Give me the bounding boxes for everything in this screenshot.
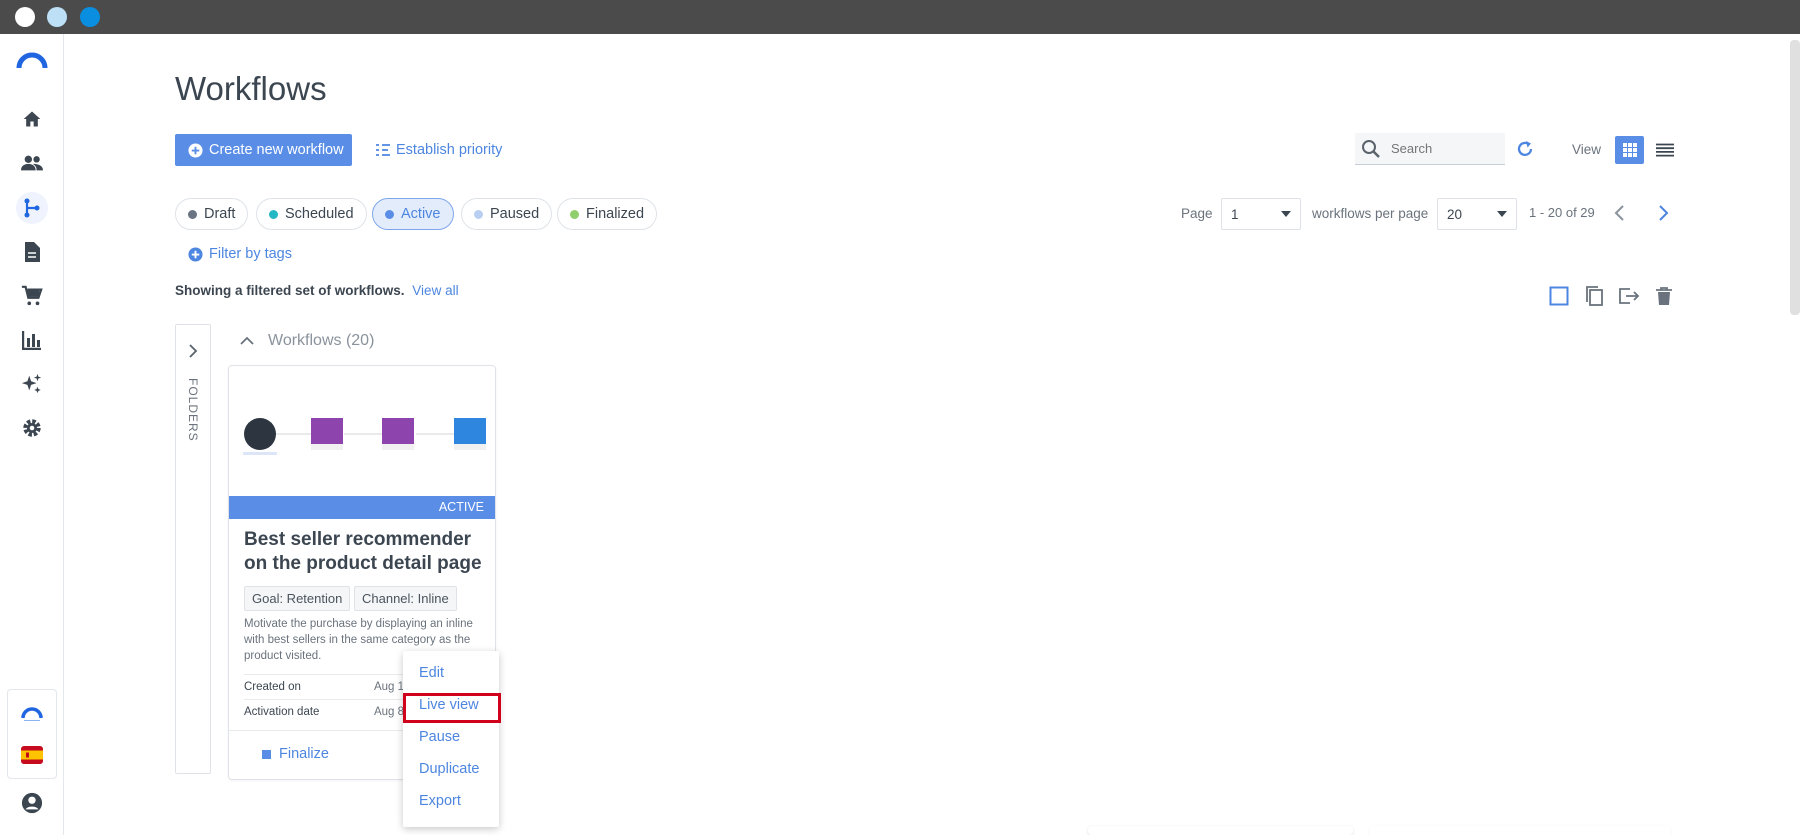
priority-list-icon — [376, 144, 390, 156]
filter-by-tags-label: Filter by tags — [209, 246, 292, 262]
meta-label: Activation date — [244, 706, 320, 718]
folders-label: FOLDERS — [186, 378, 200, 442]
plus-circle-icon — [188, 142, 203, 158]
menu-item-pause[interactable]: Pause — [419, 729, 460, 745]
stop-icon — [262, 749, 271, 759]
grid-icon — [1622, 143, 1637, 157]
filter-chip-finalized[interactable]: Finalized — [557, 198, 658, 230]
filter-chip-label: Paused — [490, 206, 540, 222]
menu-item-export[interactable]: Export — [419, 793, 461, 809]
refresh-icon[interactable] — [1515, 139, 1535, 164]
window-minimize-dot[interactable] — [47, 7, 67, 27]
background-panel — [1088, 826, 1353, 835]
search-icon — [1362, 139, 1380, 158]
list-view-button[interactable] — [1651, 136, 1679, 164]
page-select-value: 1 — [1231, 206, 1239, 222]
highlight-box — [403, 693, 501, 723]
filtered-notice-text: Showing a filtered set of workflows. — [175, 283, 405, 298]
filter-by-tags-link[interactable]: Filter by tags — [188, 246, 292, 262]
create-workflow-button[interactable]: Create new workflow — [175, 134, 352, 166]
filter-chip-scheduled[interactable]: Scheduled — [256, 198, 367, 230]
status-dot — [570, 209, 579, 219]
user-account-icon[interactable] — [16, 787, 48, 819]
trash-icon[interactable] — [1651, 283, 1677, 309]
brand-logo-icon[interactable] — [16, 44, 48, 76]
workflows-icon[interactable] — [16, 192, 48, 224]
users-icon[interactable] — [16, 147, 48, 179]
view-label: View — [1572, 142, 1602, 157]
chevron-right-icon[interactable] — [187, 343, 199, 359]
page-select[interactable]: 1 — [1221, 198, 1301, 230]
channel-tag: Channel: Inline — [354, 586, 457, 611]
per-page-label: workflows per page — [1312, 206, 1429, 221]
chart-icon[interactable] — [16, 324, 48, 356]
pagination-range: 1 - 20 of 29 — [1529, 205, 1595, 220]
filter-chip-label: Finalized — [586, 206, 645, 222]
context-menu: Edit Live view Pause Duplicate Export — [403, 651, 501, 827]
background-panel — [1370, 826, 1670, 835]
workflow-group-header[interactable]: Workflows (20) — [240, 332, 374, 350]
filter-chip-label: Scheduled — [285, 206, 354, 222]
grid-view-button[interactable] — [1615, 136, 1644, 164]
search-input[interactable] — [1391, 141, 1491, 156]
status-dot — [474, 209, 483, 219]
chevron-left-icon[interactable] — [1613, 204, 1627, 227]
status-badge: ACTIVE — [229, 496, 495, 519]
per-page-select[interactable]: 20 — [1437, 198, 1517, 230]
caret-down-icon — [1281, 211, 1291, 217]
window-titlebar — [0, 0, 1800, 34]
view-all-link[interactable]: View all — [412, 283, 458, 298]
brand-logo-icon[interactable] — [16, 698, 48, 730]
search-box — [1355, 133, 1505, 165]
chevron-up-icon — [240, 336, 254, 345]
filter-chip-paused[interactable]: Paused — [461, 198, 553, 230]
per-page-select-value: 20 — [1447, 206, 1463, 222]
flag-spain-icon[interactable] — [16, 739, 48, 771]
list-icon — [1656, 143, 1674, 157]
filtered-notice: Showing a filtered set of workflows. Vie… — [175, 283, 459, 298]
menu-item-edit[interactable]: Edit — [419, 665, 444, 681]
create-workflow-label: Create new workflow — [209, 142, 344, 158]
filter-chip-draft[interactable]: Draft — [175, 198, 249, 230]
filter-chip-label: Active — [401, 206, 441, 222]
workflow-title[interactable]: Best seller recommender on the product d… — [244, 528, 484, 576]
status-dot — [188, 209, 197, 219]
export-icon[interactable] — [1616, 283, 1642, 309]
home-icon[interactable] — [16, 103, 48, 135]
plus-circle-icon — [188, 246, 203, 262]
finalize-label: Finalize — [279, 746, 329, 762]
menu-item-duplicate[interactable]: Duplicate — [419, 761, 479, 777]
finalize-button[interactable]: Finalize — [262, 746, 329, 762]
filter-chip-active[interactable]: Active — [372, 198, 454, 230]
status-dot — [385, 209, 394, 219]
workflow-diagram-thumbnail — [243, 418, 486, 455]
goal-tag: Goal: Retention — [244, 586, 351, 611]
establish-priority-label: Establish priority — [396, 142, 503, 158]
scrollbar-thumb[interactable] — [1790, 40, 1800, 315]
window-maximize-dot[interactable] — [80, 7, 100, 27]
gear-icon[interactable] — [16, 412, 48, 444]
workflow-preview — [229, 366, 495, 496]
meta-label: Created on — [244, 681, 301, 693]
caret-down-icon — [1497, 211, 1507, 217]
sparkle-icon[interactable] — [16, 368, 48, 400]
chevron-right-icon[interactable] — [1656, 204, 1670, 227]
page-label: Page — [1181, 206, 1213, 221]
copy-icon[interactable] — [1581, 283, 1607, 309]
document-icon[interactable] — [16, 236, 48, 268]
select-all-checkbox[interactable] — [1546, 283, 1572, 309]
sidebar — [0, 34, 64, 835]
window-close-dot[interactable] — [15, 7, 35, 27]
status-dot — [269, 209, 278, 219]
cart-icon[interactable] — [16, 280, 48, 312]
filter-chip-label: Draft — [204, 206, 236, 222]
workflow-group-title: Workflows (20) — [268, 332, 375, 349]
establish-priority-link[interactable]: Establish priority — [375, 134, 502, 166]
page-title: Workflows — [175, 70, 327, 107]
